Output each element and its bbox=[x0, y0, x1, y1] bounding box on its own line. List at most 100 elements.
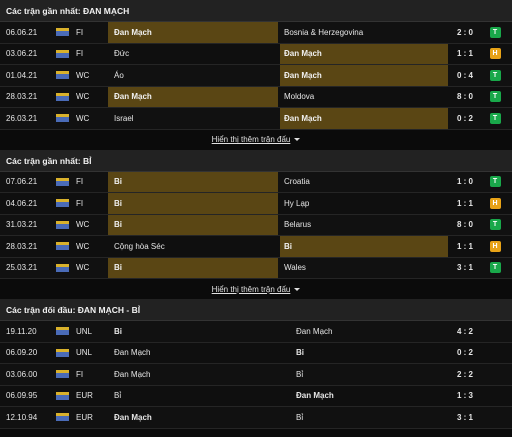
match-score: 1 : 1 bbox=[456, 198, 473, 208]
match-score: 0 : 4 bbox=[456, 70, 473, 80]
away-team[interactable]: Bỉ bbox=[292, 407, 442, 428]
away-team[interactable]: Wales bbox=[280, 258, 448, 279]
section-title-h2h: Các trận đối đầu: ĐAN MẠCH - BỈ bbox=[0, 299, 512, 321]
caret-down-icon[interactable] bbox=[294, 138, 301, 141]
away-team[interactable]: Đan Mạch bbox=[280, 43, 448, 64]
match-score: 8 : 0 bbox=[456, 92, 473, 102]
flag-shape bbox=[55, 220, 69, 229]
home-team[interactable]: Bỉ bbox=[108, 171, 278, 192]
home-team[interactable]: Đan Mạch bbox=[108, 343, 284, 364]
home-team[interactable]: Bỉ bbox=[108, 193, 278, 214]
away-team[interactable]: Đan Mạch bbox=[292, 321, 442, 342]
match-date: 03.06.00 bbox=[6, 369, 38, 379]
league-flag-icon bbox=[54, 22, 70, 43]
match-row[interactable]: 06.06.21 FI Đan Mạch Bosnia & Herzegovina 2 … bbox=[0, 22, 512, 44]
home-team[interactable]: Bỉ bbox=[108, 386, 284, 407]
home-team[interactable]: Bỉ bbox=[108, 257, 278, 278]
home-team[interactable]: Bỉ bbox=[108, 321, 284, 342]
away-team[interactable]: Bosnia & Herzegovina bbox=[280, 22, 448, 43]
away-team[interactable]: Bỉ bbox=[292, 364, 442, 385]
away-team[interactable]: Bỉ bbox=[292, 343, 442, 364]
match-row[interactable]: 28.03.21 WC Cộng hòa Séc Bỉ 1 : 1 H bbox=[0, 236, 512, 258]
match-row[interactable]: 03.06.21 FI Đức Đan Mạch 1 : 1 H bbox=[0, 43, 512, 65]
match-row[interactable]: 06.09.20 UNL Đan Mạch Bỉ 0 : 2 bbox=[0, 342, 512, 364]
league-flag-icon bbox=[54, 321, 70, 342]
match-row[interactable]: 25.03.21 WC Bỉ Wales 3 : 1 T bbox=[0, 257, 512, 279]
show-more-row: Hiển thị thêm trận đấu bbox=[0, 279, 512, 299]
home-team[interactable]: Israel bbox=[108, 108, 278, 129]
h2h-list: 19.11.20 UNL Bỉ Đan Mạch 4 : 2 06.09.20 UNL Đan… bbox=[0, 321, 512, 429]
match-row[interactable]: 01.04.21 WC Áo Đan Mạch 0 : 4 T bbox=[0, 65, 512, 87]
away-team[interactable]: Hy Lạp bbox=[280, 193, 448, 214]
league-flag-icon bbox=[54, 65, 70, 86]
league-flag-icon bbox=[54, 386, 70, 407]
league-flag-icon bbox=[54, 108, 70, 129]
match-row[interactable]: 26.03.21 WC Israel Đan Mạch 0 : 2 T bbox=[0, 108, 512, 130]
match-date: 25.03.21 bbox=[6, 263, 38, 273]
away-team[interactable]: Đan Mạch bbox=[280, 65, 448, 86]
match-row[interactable]: 03.06.00 FI Đan Mạch Bỉ 2 : 2 bbox=[0, 364, 512, 386]
flag-shape bbox=[55, 413, 69, 422]
match-row[interactable]: 06.09.95 EUR Bỉ Đan Mạch 1 : 3 bbox=[0, 385, 512, 407]
flag-shape bbox=[55, 348, 69, 357]
league-code: WC bbox=[76, 220, 90, 230]
match-date: 19.11.20 bbox=[6, 326, 37, 336]
away-team[interactable]: Đan Mạch bbox=[292, 386, 442, 407]
result-badge: H bbox=[488, 236, 502, 257]
match-date: 04.06.21 bbox=[6, 198, 38, 208]
match-date: 03.06.21 bbox=[6, 49, 38, 59]
home-team[interactable]: Đan Mạch bbox=[108, 86, 278, 107]
league-code: EUR bbox=[76, 391, 93, 401]
flag-shape bbox=[55, 28, 69, 37]
match-row[interactable]: 07.06.21 FI Bỉ Croatia 1 : 0 T bbox=[0, 171, 512, 193]
show-more-link[interactable]: Hiển thị thêm trận đấu bbox=[212, 285, 291, 294]
recent-home-list: 06.06.21 FI Đan Mạch Bosnia & Herzegovina 2 … bbox=[0, 22, 512, 130]
match-row[interactable]: 31.03.21 WC Bỉ Belarus 8 : 0 T bbox=[0, 214, 512, 236]
caret-down-icon[interactable] bbox=[294, 287, 301, 291]
home-team[interactable]: Bỉ bbox=[108, 214, 278, 235]
match-date: 12.10.94 bbox=[6, 412, 38, 422]
match-date: 06.09.20 bbox=[6, 348, 38, 358]
section-title-recent-away: Các trận gần nhất: BỈ bbox=[0, 149, 512, 172]
result-badge: H bbox=[488, 193, 502, 214]
show-more-link[interactable]: Hiển thị thêm trận đấu bbox=[212, 135, 291, 144]
match-score: 0 : 2 bbox=[456, 348, 473, 358]
away-team[interactable]: Croatia bbox=[280, 172, 448, 193]
flag-shape bbox=[55, 391, 69, 400]
result-badge: T bbox=[488, 108, 502, 129]
league-code: FI bbox=[76, 198, 84, 208]
flag-shape bbox=[55, 49, 69, 58]
home-team[interactable]: Áo bbox=[108, 65, 278, 86]
flag-shape bbox=[55, 327, 69, 336]
result-badge-label: H bbox=[489, 48, 501, 60]
flag-shape bbox=[55, 177, 69, 186]
match-row[interactable]: 28.03.21 WC Đan Mạch Moldova 8 : 0 T bbox=[0, 86, 512, 108]
result-badge-label: H bbox=[489, 197, 501, 209]
away-team[interactable]: Bỉ bbox=[280, 236, 448, 257]
home-team[interactable]: Đức bbox=[108, 44, 278, 65]
match-row[interactable]: 04.06.21 FI Bỉ Hy Lạp 1 : 1 H bbox=[0, 193, 512, 215]
result-badge-label: T bbox=[489, 262, 501, 274]
away-team[interactable]: Belarus bbox=[280, 215, 448, 236]
match-score: 1 : 3 bbox=[456, 391, 473, 401]
result-badge: T bbox=[488, 87, 502, 108]
match-date: 31.03.21 bbox=[6, 220, 38, 230]
home-team[interactable]: Đan Mạch bbox=[108, 364, 284, 385]
match-date: 01.04.21 bbox=[6, 70, 38, 80]
league-code: FI bbox=[76, 177, 84, 187]
away-team[interactable]: Đan Mạch bbox=[280, 108, 448, 129]
league-code: WC bbox=[76, 70, 90, 80]
result-badge: H bbox=[488, 44, 502, 65]
home-team[interactable]: Cộng hòa Séc bbox=[108, 236, 278, 257]
match-row[interactable]: 12.10.94 EUR Đan Mạch Bỉ 3 : 1 bbox=[0, 407, 512, 429]
match-date: 26.03.21 bbox=[6, 113, 38, 123]
home-team[interactable]: Đan Mạch bbox=[108, 407, 284, 428]
match-row[interactable]: 19.11.20 UNL Bỉ Đan Mạch 4 : 2 bbox=[0, 321, 512, 343]
flag-shape bbox=[55, 114, 69, 123]
league-flag-icon bbox=[54, 236, 70, 257]
recent-away-list: 07.06.21 FI Bỉ Croatia 1 : 0 T 04.06.21 FI Bỉ Hy … bbox=[0, 171, 512, 279]
league-code: WC bbox=[76, 113, 90, 123]
home-team[interactable]: Đan Mạch bbox=[108, 22, 278, 43]
away-team[interactable]: Moldova bbox=[280, 87, 448, 108]
show-more-row: Hiển thị thêm trận đấu bbox=[0, 129, 512, 150]
